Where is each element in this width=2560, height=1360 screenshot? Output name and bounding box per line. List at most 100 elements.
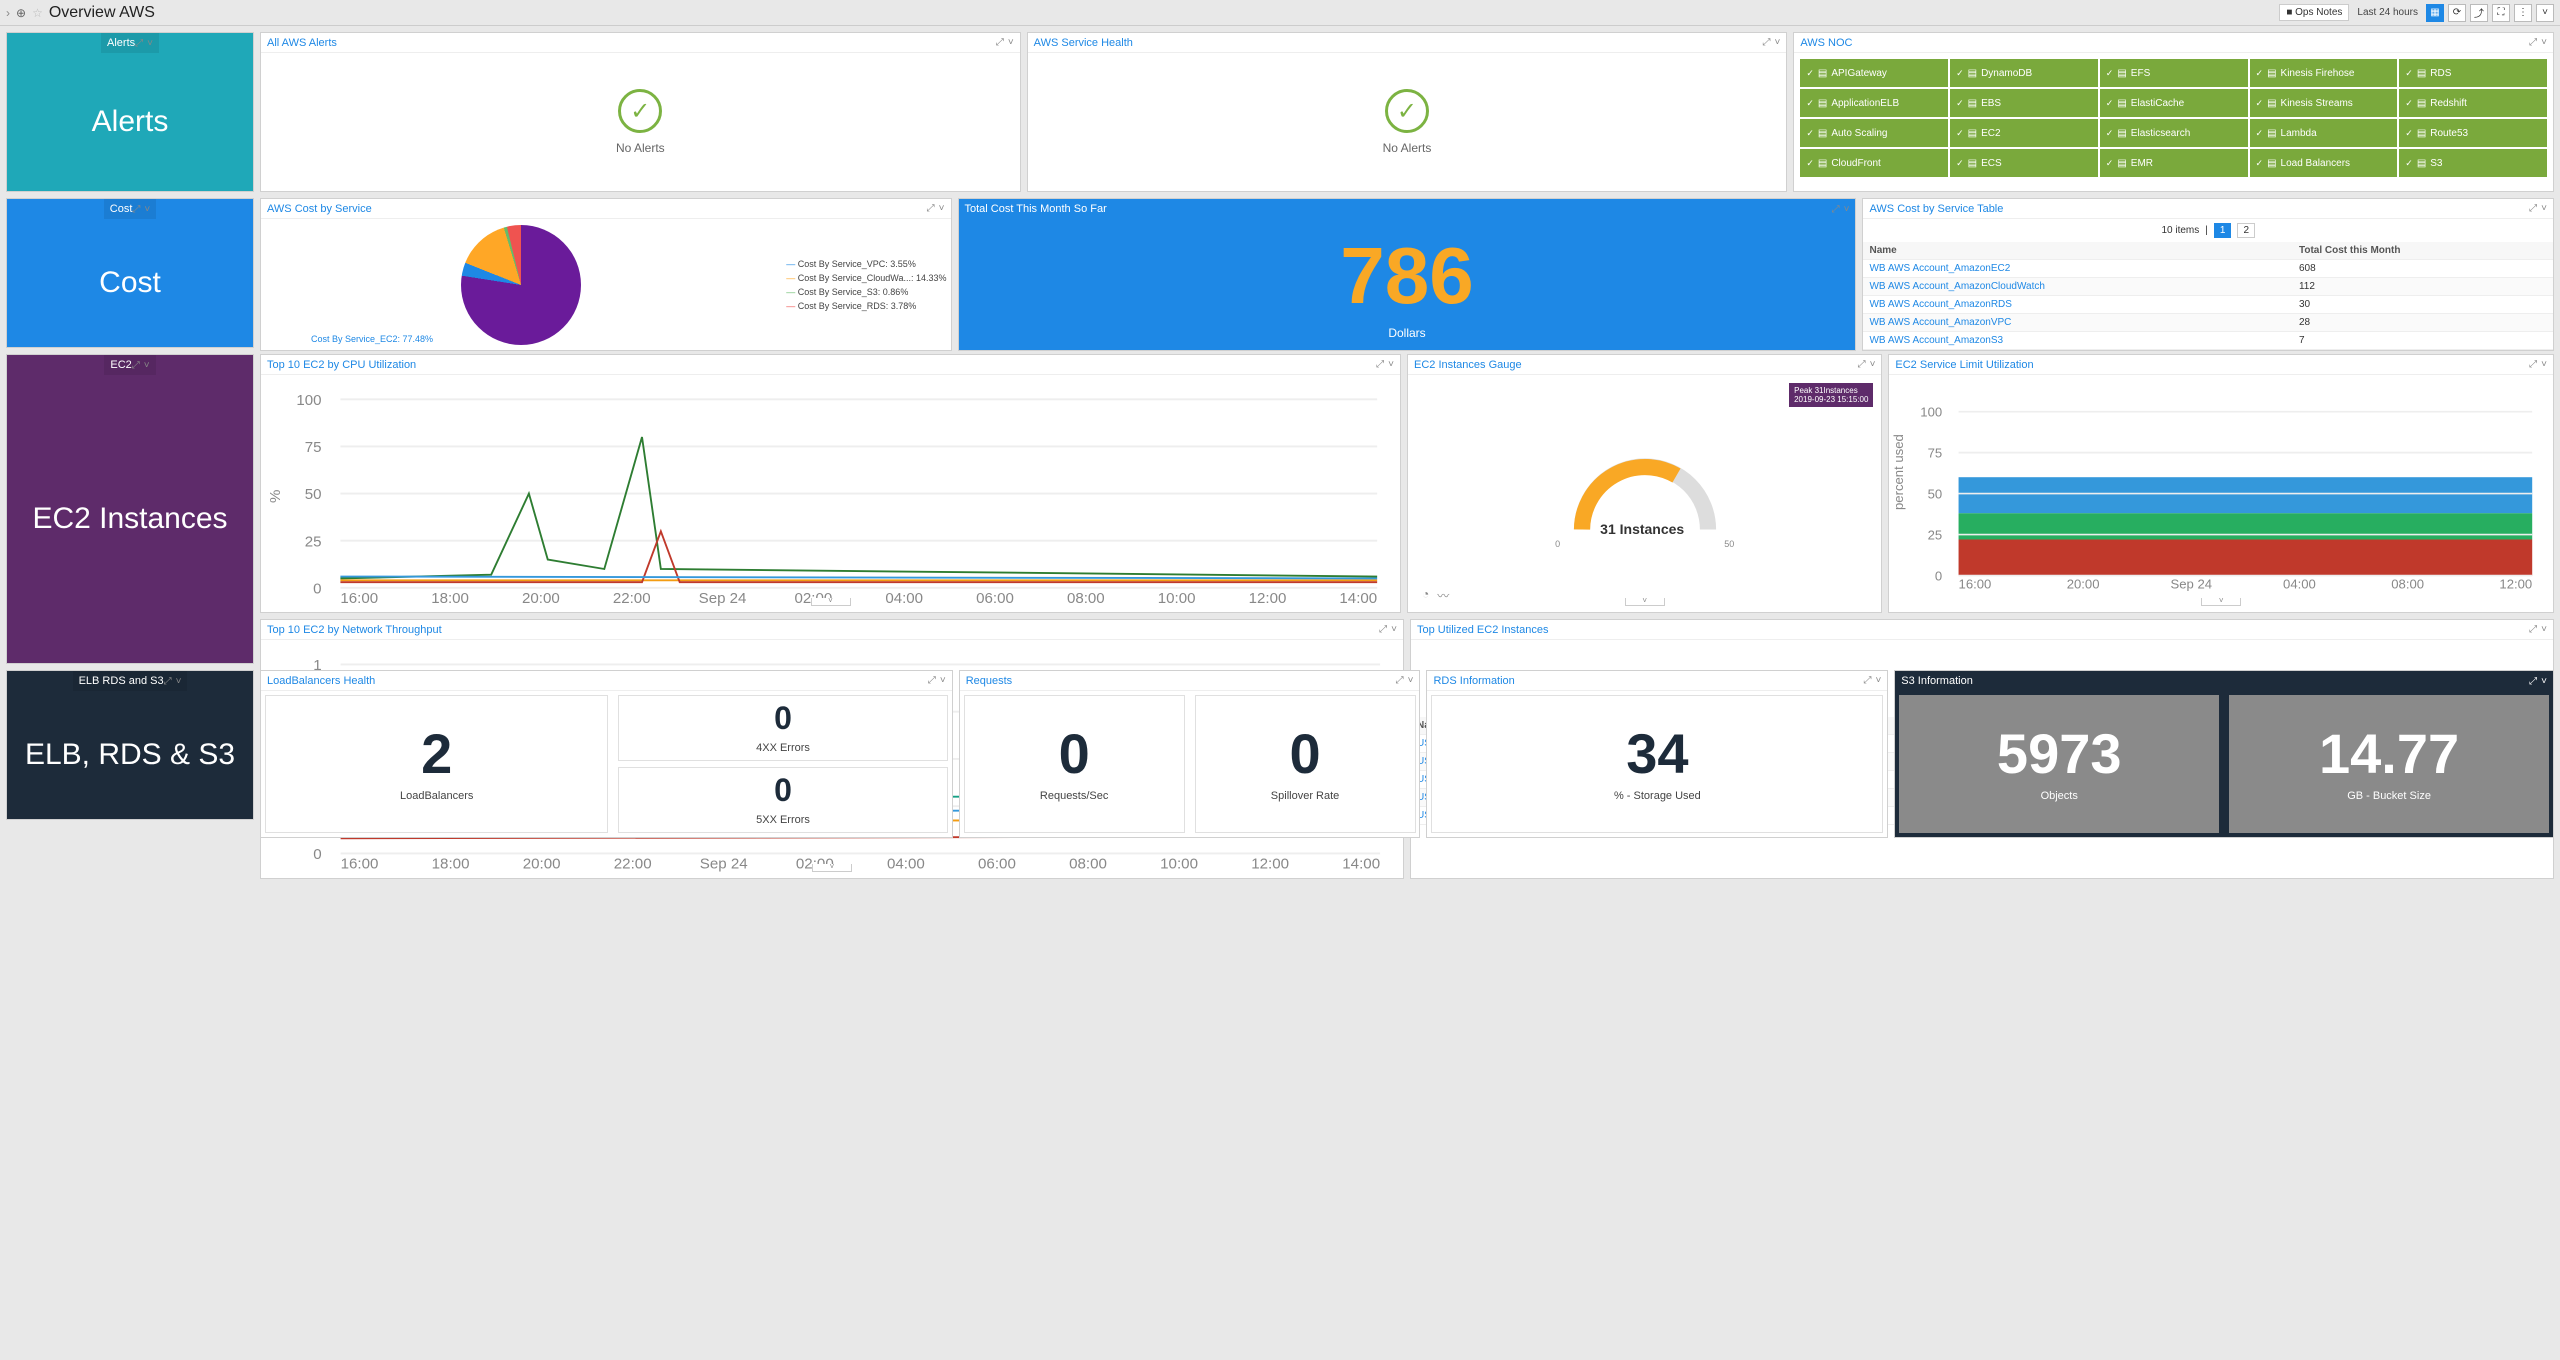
expand-icon[interactable]: ⤢	[1379, 624, 1387, 635]
noc-item[interactable]: ✓▤Auto Scaling	[1800, 119, 1948, 147]
collapse-icon[interactable]: ˅	[2536, 4, 2554, 22]
time-range[interactable]: Last 24 hours	[2353, 7, 2422, 18]
cost-link[interactable]: WB AWS Account_AmazonS3	[1869, 335, 2003, 346]
noc-item[interactable]: ✓▤Kinesis Firehose	[2250, 59, 2398, 87]
expand-icon[interactable]: ⤢	[1376, 359, 1384, 370]
noc-item[interactable]: ✓▤ECS	[1950, 149, 2098, 177]
more-icon[interactable]: ⋮	[2514, 4, 2532, 22]
metric-s3-objects[interactable]: 5973Objects	[1899, 695, 2219, 833]
noc-item[interactable]: ✓▤Route53	[2399, 119, 2547, 147]
expand-icon[interactable]: ⤢	[1832, 204, 1840, 215]
noc-item[interactable]: ✓▤Elasticsearch	[2100, 119, 2248, 147]
chart-expand-tab[interactable]: ˅	[812, 864, 852, 872]
chart-expand-tab[interactable]: ˅	[811, 598, 851, 606]
table-row[interactable]: WB AWS Account_AmazonRDS30	[1863, 296, 2553, 314]
panel-title: Cost	[110, 203, 133, 215]
menu-icon[interactable]: ˅	[1774, 37, 1780, 48]
expand-icon[interactable]: ⤢	[132, 204, 140, 215]
menu-icon[interactable]: ˅	[2541, 37, 2547, 48]
table-row[interactable]: WB AWS Account_AmazonEC2608	[1863, 260, 2553, 278]
menu-icon[interactable]: ˅	[2541, 624, 2547, 635]
expand-icon[interactable]: ⤢	[1863, 675, 1871, 686]
noc-item[interactable]: ✓▤ApplicationELB	[1800, 89, 1948, 117]
noc-item[interactable]: ✓▤Load Balancers	[2250, 149, 2398, 177]
noc-item[interactable]: ✓▤Kinesis Streams	[2250, 89, 2398, 117]
page-1[interactable]: 1	[2214, 223, 2232, 238]
cost-pie-chart[interactable]	[461, 225, 581, 345]
menu-icon[interactable]: ˅	[1408, 675, 1414, 686]
view-grid-icon[interactable]: ▦	[2426, 4, 2444, 22]
noc-item[interactable]: ✓▤EMR	[2100, 149, 2248, 177]
metric-4xx[interactable]: 04XX Errors	[618, 695, 947, 761]
menu-icon[interactable]: ˅	[147, 38, 153, 49]
table-row[interactable]: WB AWS Account_AmazonCloudWatch112	[1863, 278, 2553, 296]
table-row[interactable]: WB AWS Account_AmazonS37	[1863, 332, 2553, 350]
col-header[interactable]: Name	[1863, 242, 2293, 260]
metric-rds-storage[interactable]: 34% - Storage Used	[1431, 695, 1883, 833]
noc-item[interactable]: ✓▤EBS	[1950, 89, 2098, 117]
metric-requests-sec[interactable]: 0Requests/Sec	[964, 695, 1185, 833]
metric-5xx[interactable]: 05XX Errors	[618, 767, 947, 833]
noc-item[interactable]: ✓▤CloudFront	[1800, 149, 1948, 177]
page-2[interactable]: 2	[2237, 223, 2255, 238]
chart-expand-tab[interactable]: ˅	[1625, 598, 1665, 606]
fullscreen-icon[interactable]: ⛶	[2492, 4, 2510, 22]
cpu-chart[interactable]: 1007550250 % 16:0018:0020:0022:00Sep 240…	[265, 379, 1396, 608]
cost-link[interactable]: WB AWS Account_AmazonCloudWatch	[1869, 281, 2044, 292]
chart-expand-tab[interactable]: ˅	[2201, 598, 2241, 606]
menu-icon[interactable]: ˅	[1391, 624, 1397, 635]
noc-item[interactable]: ✓▤APIGateway	[1800, 59, 1948, 87]
cost-link[interactable]: WB AWS Account_AmazonRDS	[1869, 299, 2011, 310]
expand-icon[interactable]: ⤢	[996, 37, 1004, 48]
refresh-icon[interactable]: ⟳	[2448, 4, 2466, 22]
star-icon[interactable]: ☆	[32, 6, 43, 20]
expand-icon[interactable]: ⤢	[2529, 203, 2537, 214]
cost-link[interactable]: WB AWS Account_AmazonEC2	[1869, 263, 2010, 274]
noc-item[interactable]: ✓▤S3	[2399, 149, 2547, 177]
menu-icon[interactable]: ˅	[1875, 675, 1881, 686]
expand-icon[interactable]: ⤢	[928, 675, 936, 686]
metric-s3-size[interactable]: 14.77GB - Bucket Size	[2229, 695, 2549, 833]
col-header[interactable]: Total Cost this Month	[2293, 242, 2553, 260]
expand-icon[interactable]: ⤢	[2529, 676, 2537, 687]
menu-icon[interactable]: ˅	[939, 203, 945, 214]
expand-icon[interactable]: ⤢	[164, 676, 172, 687]
gauge-detail-icon[interactable]: ◔	[1422, 587, 1429, 604]
menu-icon[interactable]: ˅	[1008, 37, 1014, 48]
ops-notes-button[interactable]: ■ Ops Notes	[2279, 4, 2349, 21]
metric-loadbalancers[interactable]: 2LoadBalancers	[265, 695, 608, 833]
noc-item[interactable]: ✓▤EC2	[1950, 119, 2098, 147]
svc-limit-chart[interactable]: 1007550250 percent used 16:0020:00Sep 24…	[1893, 379, 2549, 608]
menu-icon[interactable]: ˅	[144, 360, 150, 371]
expand-icon[interactable]: ⤢	[132, 360, 140, 371]
cost-link[interactable]: WB AWS Account_AmazonVPC	[1869, 317, 2011, 328]
expand-icon[interactable]: ⤢	[2529, 624, 2537, 635]
expand-icon[interactable]: ⤢	[135, 38, 143, 49]
noc-item[interactable]: ✓▤Lambda	[2250, 119, 2398, 147]
menu-icon[interactable]: ˅	[1388, 359, 1394, 370]
menu-icon[interactable]: ˅	[2541, 676, 2547, 687]
share-icon[interactable]: ⤴	[2470, 4, 2488, 22]
metric-spillover[interactable]: 0Spillover Rate	[1195, 695, 1416, 833]
table-row[interactable]: WB AWS Account_AmazonVPC28	[1863, 314, 2553, 332]
menu-icon[interactable]: ˅	[2541, 359, 2547, 370]
noc-item[interactable]: ✓▤EFS	[2100, 59, 2248, 87]
noc-item[interactable]: ✓▤Redshift	[2399, 89, 2547, 117]
expand-icon[interactable]: ⤢	[2529, 37, 2537, 48]
menu-icon[interactable]: ˅	[1844, 204, 1850, 215]
expand-icon[interactable]: ⤢	[1762, 37, 1770, 48]
menu-icon[interactable]: ˅	[2541, 203, 2547, 214]
noc-item[interactable]: ✓▤RDS	[2399, 59, 2547, 87]
menu-icon[interactable]: ˅	[176, 676, 182, 687]
drawer-icon[interactable]: ›	[6, 6, 10, 20]
menu-icon[interactable]: ˅	[1870, 359, 1876, 370]
noc-item[interactable]: ✓▤DynamoDB	[1950, 59, 2098, 87]
noc-item[interactable]: ✓▤ElastiCache	[2100, 89, 2248, 117]
expand-icon[interactable]: ⤢	[1858, 359, 1866, 370]
menu-icon[interactable]: ˅	[144, 204, 150, 215]
expand-icon[interactable]: ⤢	[927, 203, 935, 214]
expand-icon[interactable]: ⤢	[1396, 675, 1404, 686]
menu-icon[interactable]: ˅	[940, 675, 946, 686]
expand-icon[interactable]: ⤢	[2529, 359, 2537, 370]
gauge-trend-icon[interactable]: 〰	[1437, 587, 1449, 604]
